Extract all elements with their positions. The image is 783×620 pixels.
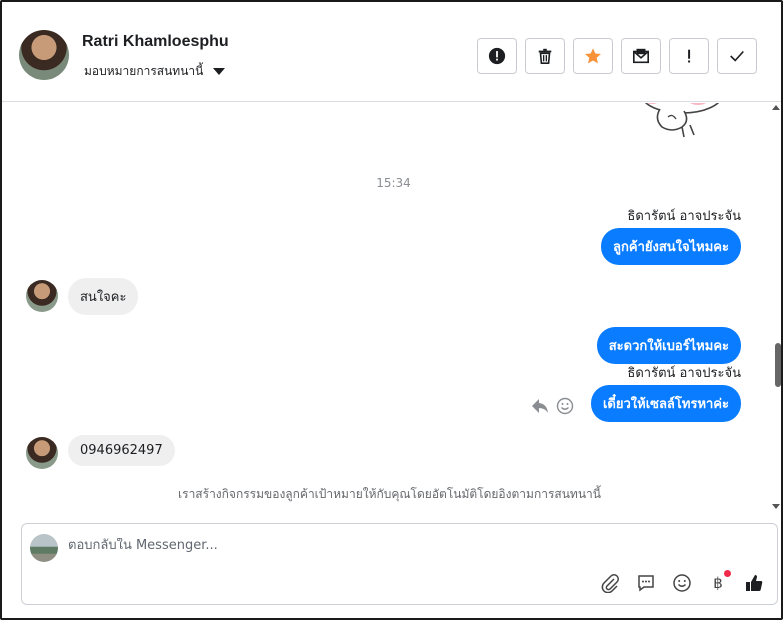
message-thread: 15:34 ธิดารัตน์ อาจประจัน ลูกค้ายังสนใจไ… (2, 103, 777, 513)
star-button[interactable] (573, 38, 613, 74)
emoji-button[interactable] (671, 572, 693, 594)
sender-name: ธิดารัตน์ อาจประจัน (627, 366, 741, 381)
caret-down-icon (213, 68, 226, 75)
composer-tools: ฿ (599, 570, 765, 594)
conversation-panel: Ratri Khamloesphu มอบหมายการสนทนานี้ 15:… (0, 0, 783, 620)
check-icon (730, 50, 744, 62)
scroll-down-arrow-icon[interactable] (772, 504, 780, 509)
mark-done-button[interactable] (717, 38, 757, 74)
assign-conversation-dropdown[interactable]: มอบหมายการสนทนานี้ (84, 62, 226, 81)
alert-circle-icon (488, 47, 506, 65)
reply-icon[interactable] (530, 397, 550, 415)
reply-composer: ฿ (21, 523, 778, 605)
saved-reply-icon (638, 575, 654, 592)
thread-scrollbar[interactable] (772, 103, 781, 513)
message-hover-tools (530, 397, 574, 415)
sticker-image[interactable] (638, 103, 722, 155)
scroll-up-arrow-icon[interactable] (772, 105, 780, 110)
envelope-icon (632, 48, 650, 64)
message-timestamp: 15:34 (376, 176, 411, 190)
sender-name: ธิดารัตน์ อาจประจัน (627, 209, 741, 224)
incoming-message[interactable]: 0946962497 (68, 435, 175, 466)
emoji-icon (673, 574, 691, 592)
contact-avatar-small (26, 280, 58, 312)
report-spam-button[interactable] (477, 38, 517, 74)
conversation-header: Ratri Khamloesphu มอบหมายการสนทนานี้ (2, 2, 781, 102)
thumbs-up-icon (746, 575, 763, 591)
system-notice: เราสร้างกิจกรรมของลูกค้าเป้าหมายให้กับคุ… (178, 487, 601, 501)
exclamation-icon (688, 49, 691, 63)
trash-icon (538, 48, 552, 65)
outgoing-message[interactable]: เดี๋ยวให้เซลล์โทรหาค่ะ (590, 385, 741, 422)
contact-avatar[interactable] (19, 30, 69, 80)
conversation-actions (477, 38, 757, 74)
react-emoji-icon[interactable] (556, 397, 574, 415)
reply-input[interactable] (68, 538, 668, 553)
contact-name[interactable]: Ratri Khamloesphu (82, 33, 229, 51)
send-like-button[interactable] (743, 572, 765, 594)
payment-icon: ฿ (713, 574, 723, 592)
follow-up-button[interactable] (669, 38, 709, 74)
contact-avatar-small (26, 437, 58, 469)
paperclip-icon (601, 574, 619, 593)
delete-button[interactable] (525, 38, 565, 74)
scroll-thumb[interactable] (775, 343, 781, 387)
attach-file-button[interactable] (599, 572, 621, 594)
assign-label: มอบหมายการสนทนานี้ (84, 64, 204, 78)
page-avatar (30, 534, 58, 562)
notification-dot (724, 570, 731, 577)
outgoing-message[interactable]: สะดวกให้เบอร์ไหมคะ (596, 327, 741, 364)
payment-button[interactable]: ฿ (707, 570, 731, 594)
star-icon (585, 48, 601, 64)
saved-replies-button[interactable] (635, 572, 657, 594)
incoming-message[interactable]: สนใจคะ (68, 278, 139, 315)
mark-unread-button[interactable] (621, 38, 661, 74)
outgoing-message[interactable]: ลูกค้ายังสนใจไหมคะ (601, 228, 741, 265)
